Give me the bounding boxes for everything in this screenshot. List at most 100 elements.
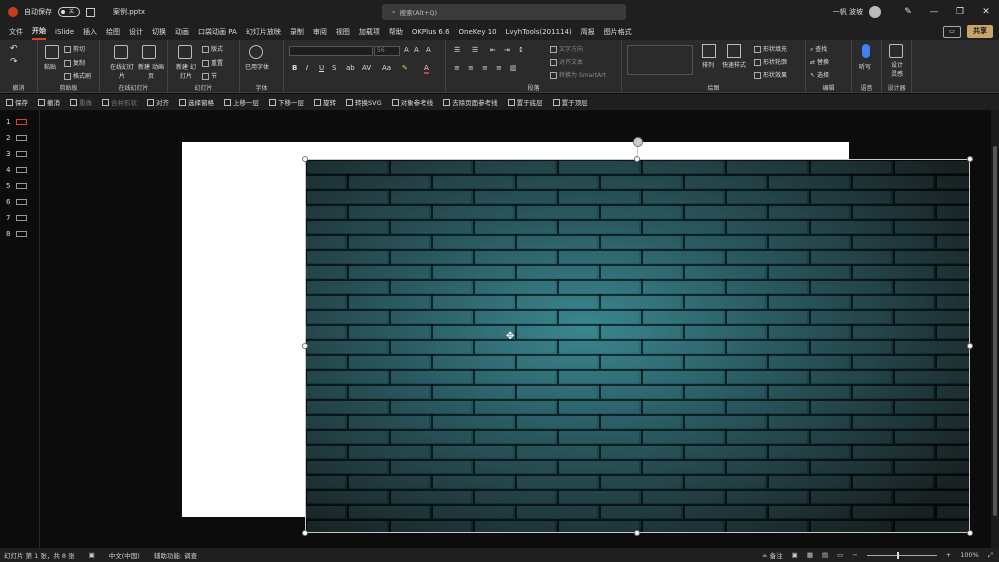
slide-thumbnail[interactable]: 8 (6, 230, 28, 238)
qat-item-2[interactable]: 重做 (70, 97, 92, 107)
qat-item-3[interactable]: 合并形状 (102, 97, 137, 107)
tab-17[interactable]: LvyhTools(201114) (506, 26, 572, 38)
highlight-icon[interactable]: ✎ (402, 64, 408, 72)
qat-item-9[interactable]: 转换SVG (346, 97, 382, 107)
vertical-scrollbar[interactable] (991, 110, 999, 548)
increase-indent-icon[interactable]: ⇥ (504, 46, 510, 54)
reset-button[interactable]: 重置 (202, 58, 223, 67)
tab-3[interactable]: 插入 (83, 25, 97, 39)
decrease-indent-icon[interactable]: ⇤ (490, 46, 496, 54)
quick-styles-button[interactable]: 快速样式 (722, 44, 746, 69)
online-slide-icon[interactable] (114, 45, 128, 59)
slideshow-icon[interactable]: ▭ (837, 551, 843, 559)
qat-item-6[interactable]: 上移一层 (224, 97, 259, 107)
designer-icon[interactable] (889, 44, 903, 58)
resize-handle-top-left[interactable] (302, 156, 308, 162)
qat-item-1[interactable]: 撤消 (38, 97, 60, 107)
microphone-icon[interactable] (862, 44, 870, 58)
search-input[interactable]: ⌕ 搜索(Alt+Q) (382, 4, 626, 20)
slide-thumbnail[interactable]: 6 (6, 198, 28, 206)
restore-icon[interactable]: ❐ (947, 7, 973, 17)
resize-handle-right[interactable] (967, 343, 973, 349)
shape-effects-button[interactable]: 形状效果 (754, 70, 787, 79)
qat-item-8[interactable]: 旋转 (314, 97, 336, 107)
columns-icon[interactable]: ▥ (510, 64, 517, 72)
save-icon[interactable] (86, 7, 95, 17)
tab-1[interactable]: 开始 (32, 24, 46, 40)
slide-thumbnail[interactable]: 7 (6, 214, 28, 222)
tab-16[interactable]: OneKey 10 (459, 26, 497, 38)
tab-19[interactable]: 图片格式 (604, 25, 632, 39)
strikethrough-icon[interactable]: ab (346, 64, 355, 72)
resize-handle-top[interactable] (634, 156, 640, 162)
arrange-button[interactable]: 排列 (702, 44, 716, 69)
autosave-toggle[interactable]: 关 (58, 7, 80, 17)
align-right-icon[interactable]: ≡ (482, 64, 488, 72)
qat-item-13[interactable]: 置于顶层 (552, 97, 588, 107)
numbering-icon[interactable]: ☰ (472, 46, 478, 54)
online-slide-button[interactable]: 在线幻灯片 (108, 62, 136, 80)
qat-item-4[interactable]: 对齐 (147, 97, 169, 107)
align-text-button[interactable]: 对齐文本 (550, 57, 583, 66)
comments-icon[interactable]: ▭ (943, 25, 961, 38)
qat-item-7[interactable]: 下移一层 (269, 97, 304, 107)
file-name[interactable]: 案例.pptx (113, 7, 145, 17)
paste-button[interactable]: 粘贴 (44, 62, 56, 71)
font-used-button[interactable]: 已用字体 (245, 62, 269, 71)
align-left-icon[interactable]: ≡ (454, 64, 460, 72)
tab-0[interactable]: 文件 (9, 25, 23, 39)
new-animation-icon[interactable] (142, 45, 156, 59)
notes-button[interactable]: ≐ 备注 (762, 550, 783, 560)
tab-5[interactable]: 设计 (129, 25, 143, 39)
slide-sorter-icon[interactable]: ▦ (807, 551, 813, 559)
line-spacing-icon[interactable]: ↕ (518, 46, 524, 54)
rotate-handle[interactable] (633, 137, 643, 147)
char-spacing-icon[interactable]: AV (362, 64, 371, 72)
minimize-icon[interactable]: — (921, 7, 947, 17)
smartart-button[interactable]: 转换为 SmartArt (550, 70, 606, 79)
bullets-icon[interactable]: ☰ (454, 46, 460, 54)
zoom-out-icon[interactable]: − (852, 551, 857, 559)
slide-thumbnail[interactable]: 2 (6, 134, 28, 142)
new-slide-icon[interactable] (178, 45, 192, 59)
shadow-icon[interactable]: S (332, 64, 336, 72)
slide-thumbnail[interactable]: 3 (6, 150, 28, 158)
user-name[interactable]: 一帆 波坡 (833, 7, 863, 17)
tab-4[interactable]: 绘图 (106, 25, 120, 39)
shape-outline-button[interactable]: 形状轮廓 (754, 57, 787, 66)
tab-13[interactable]: 加载项 (359, 25, 380, 39)
font-name-box[interactable] (289, 46, 373, 56)
increase-font-icon[interactable]: A (404, 46, 409, 54)
fit-slide-icon[interactable]: ⤢ (988, 551, 993, 560)
resize-handle-left[interactable] (302, 343, 308, 349)
redo-icon[interactable]: ↷ (10, 57, 18, 67)
italic-icon[interactable]: I (306, 64, 308, 72)
zoom-in-icon[interactable]: + (946, 551, 951, 559)
justify-icon[interactable]: ≡ (496, 64, 502, 72)
layout-button[interactable]: 版式 (202, 44, 223, 53)
align-center-icon[interactable]: ≡ (468, 64, 474, 72)
resize-handle-bottom-left[interactable] (302, 530, 308, 536)
avatar[interactable] (869, 6, 881, 18)
tab-10[interactable]: 录制 (290, 25, 304, 39)
resize-handle-bottom[interactable] (634, 530, 640, 536)
decrease-font-icon[interactable]: A (414, 46, 419, 54)
cut-button[interactable]: 剪切 (64, 44, 85, 53)
slide-thumbnail[interactable]: 5 (6, 182, 28, 190)
normal-view-icon[interactable]: ▣ (792, 551, 798, 559)
qat-item-5[interactable]: 选择窗格 (179, 97, 214, 107)
accessibility-status[interactable]: 辅助功能: 调查 (154, 550, 197, 560)
replace-button[interactable]: ⇄ 替换 (810, 57, 829, 66)
underline-icon[interactable]: U (319, 64, 324, 72)
bold-icon[interactable]: B (292, 64, 297, 72)
undo-icon[interactable]: ↶ (10, 44, 18, 54)
tab-11[interactable]: 审阅 (313, 25, 327, 39)
tab-18[interactable]: 简报 (581, 25, 595, 39)
paste-icon[interactable] (45, 45, 59, 59)
reading-view-icon[interactable]: ▤ (822, 551, 828, 559)
shape-fill-button[interactable]: 形状填充 (754, 44, 787, 53)
close-icon[interactable]: ✕ (973, 7, 999, 17)
tab-6[interactable]: 切换 (152, 25, 166, 39)
designer-button[interactable]: 设计 灵感 (888, 60, 906, 78)
pen-icon[interactable]: ✎ (895, 7, 921, 17)
